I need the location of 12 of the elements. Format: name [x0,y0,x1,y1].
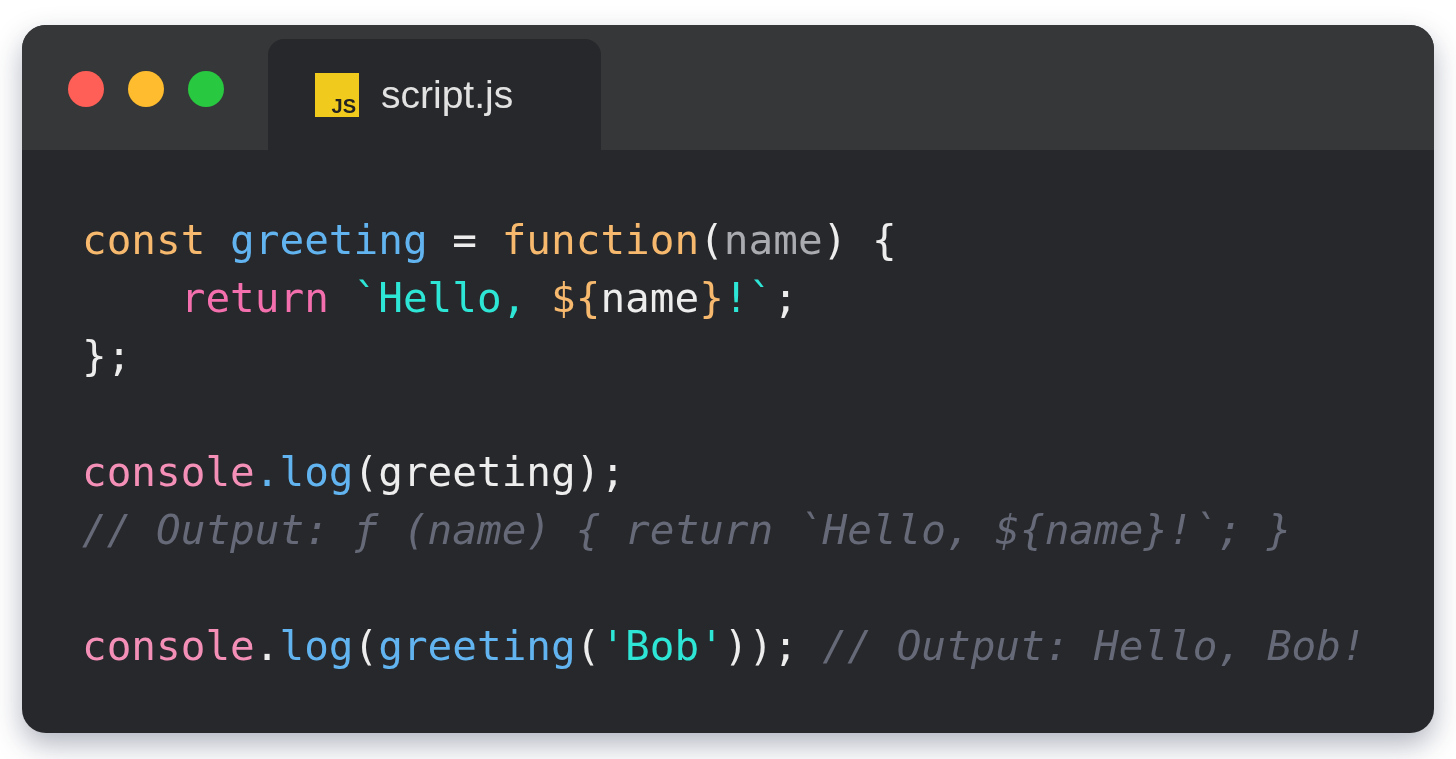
code-line: return `Hello, ${name}!`; [179,273,798,324]
code-line: console.log(greeting('Bob')); // Output: Hello, Bob! [82,621,1366,672]
code-line: const greeting = function(name) { [82,215,897,266]
code-line: }; [82,331,132,382]
code-line: console.log(greeting); [82,447,626,498]
js-file-icon: JS [315,72,359,117]
zoom-button[interactable] [188,71,224,107]
file-tab[interactable]: JS script.js [268,39,601,150]
code-line: // Output: ƒ (name) { return `Hello, ${name}!`; } [82,505,1292,556]
tab-title: script.js [381,75,514,114]
minimize-button[interactable] [128,71,164,107]
close-button[interactable] [68,71,104,107]
